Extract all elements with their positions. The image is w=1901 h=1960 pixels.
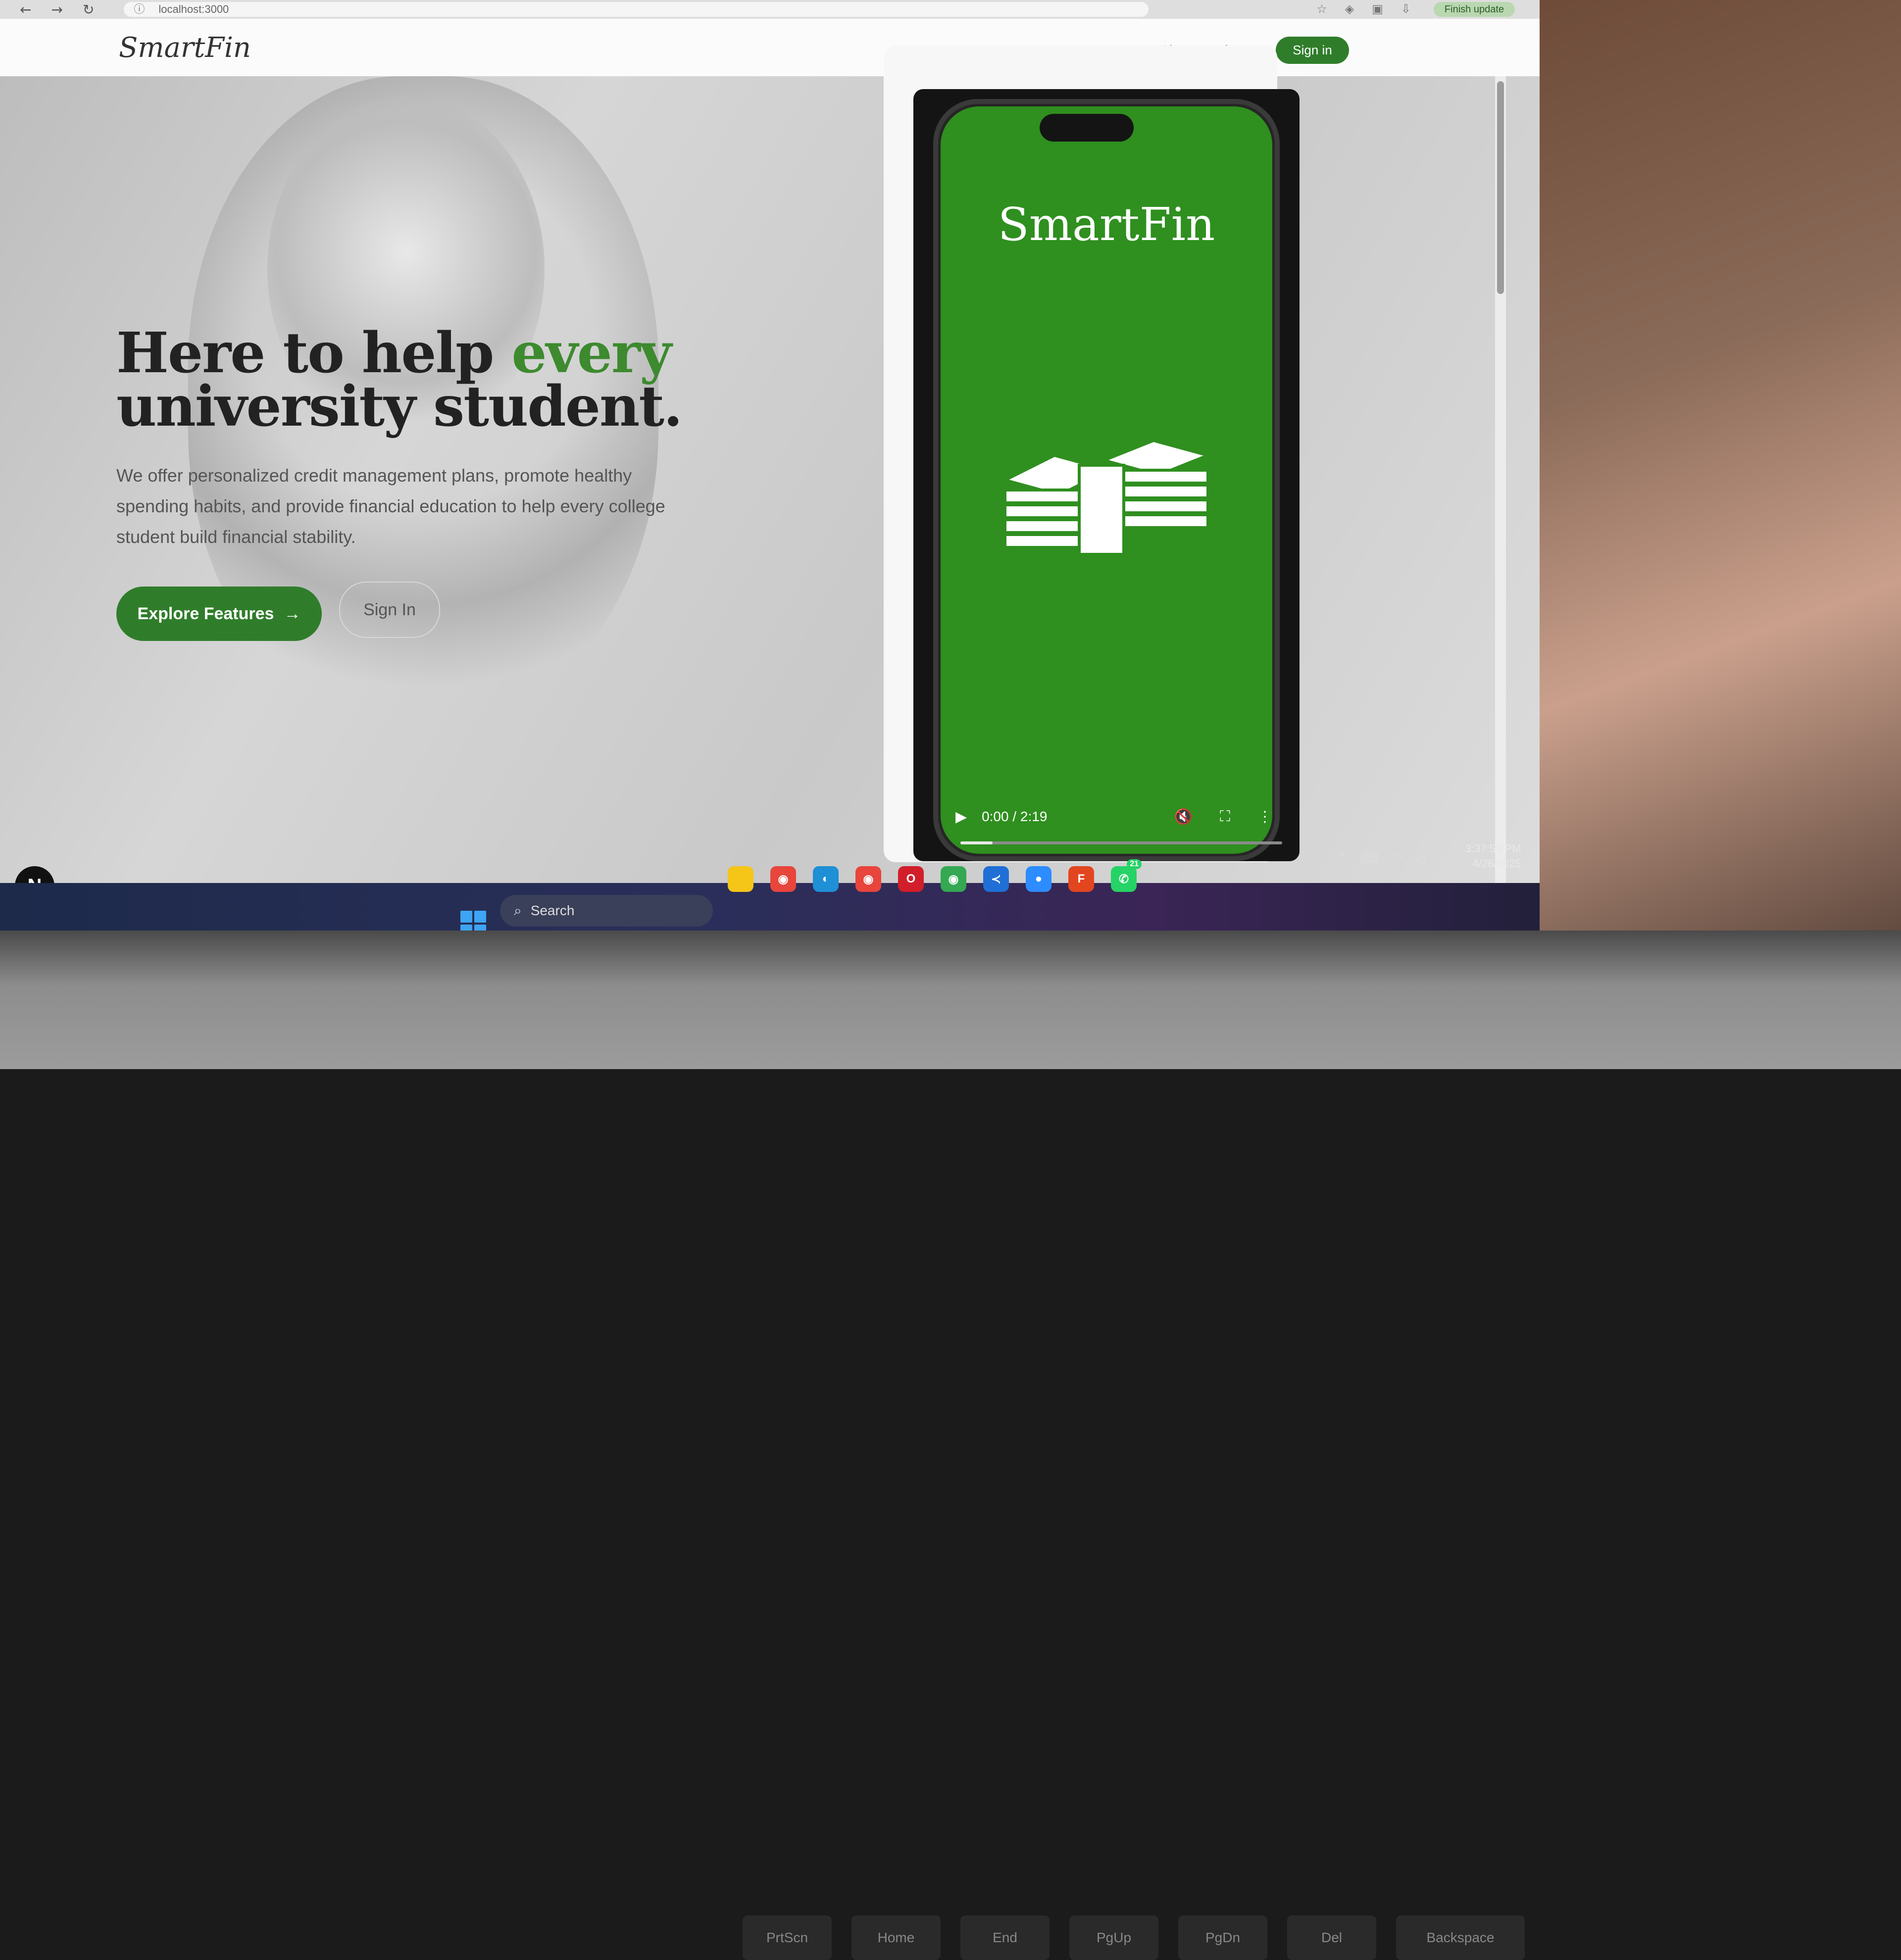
key-prtscn: PrtScn	[743, 1915, 832, 1960]
fullscreen-icon[interactable]: ⛶	[1220, 808, 1230, 826]
chrome-profile-icon[interactable]: ◉	[855, 866, 881, 892]
volume-icon[interactable]: ◁	[1416, 851, 1426, 866]
download-icon[interactable]: ⇩	[1401, 2, 1411, 16]
whatsapp-badge: 21	[1127, 859, 1142, 869]
tray-chevron-icon[interactable]: ⌃	[1337, 851, 1348, 866]
extension-icon[interactable]: ◈	[1345, 2, 1354, 16]
video-controls: ▶ 0:00 / 2:19 🔇 ⛶ ⋮	[955, 802, 1272, 832]
scrollbar-thumb[interactable]	[1497, 81, 1504, 294]
background-fabric	[1485, 0, 1901, 1069]
back-arrow-icon[interactable]: ←	[20, 1, 31, 18]
arrow-right-icon: →	[284, 604, 301, 623]
clock-date: 4/26/2025	[1472, 857, 1521, 870]
opera-icon[interactable]: O	[898, 866, 924, 892]
hero-description: We offer personalized credit management …	[116, 465, 665, 547]
hero-signin-button[interactable]: Sign In	[339, 582, 440, 638]
extensions-puzzle-icon[interactable]: ▣	[1372, 2, 1383, 16]
taskbar-apps: ◉ ◐ ◉ O ◉ ≺ ● F ✆ 21	[728, 859, 1142, 892]
money-stack-icon	[1001, 439, 1213, 556]
laptop-screen: ← → ↻ ⓘ localhost:3000 ☆ ◈ ▣ ⇩ Finish up…	[0, 0, 1540, 931]
explore-features-label: Explore Features	[137, 604, 274, 623]
browser-extensions: ☆ ◈ ▣ ⇩	[1316, 2, 1411, 16]
chrome-icon[interactable]: ◉	[770, 866, 796, 892]
more-options-icon[interactable]: ⋮	[1257, 808, 1272, 826]
hero-title-end: university student.	[116, 374, 683, 439]
key-end: End	[960, 1915, 1050, 1960]
windows-start-icon[interactable]	[460, 911, 486, 931]
forward-arrow-icon[interactable]: →	[51, 1, 62, 18]
reload-icon[interactable]: ↻	[83, 1, 94, 18]
clock-time: 3:37:59 PM	[1465, 842, 1521, 855]
keyboard-icon[interactable]: ⌨	[1360, 851, 1379, 866]
taskbar-search-label: Search	[530, 903, 575, 918]
key-pgup: PgUp	[1069, 1915, 1158, 1960]
site-header: SmartFin Features Shop About Sign in	[0, 19, 1540, 77]
whatsapp-icon[interactable]: ✆ 21	[1111, 859, 1142, 892]
address-text: localhost:3000	[158, 3, 229, 15]
laptop-keyboard-deck: PrtScn Home End PgUp PgDn Del Backspace	[0, 931, 1901, 1960]
phone-notch	[1040, 114, 1134, 142]
wifi-icon[interactable]: ◠	[1392, 851, 1403, 866]
search-icon: ⌕	[514, 902, 522, 918]
play-icon[interactable]: ▶	[955, 808, 967, 826]
edge-icon[interactable]: ◐	[813, 866, 839, 892]
browser-toolbar: ← → ↻ ⓘ localhost:3000 ☆ ◈ ▣ ⇩ Finish up…	[0, 0, 1540, 19]
file-explorer-icon[interactable]	[728, 866, 753, 892]
key-del: Del	[1287, 1915, 1376, 1960]
taskbar-search[interactable]: ⌕ Search	[500, 895, 713, 927]
hero-title: Here to help every university student.	[116, 326, 809, 435]
mute-icon[interactable]: 🔇	[1174, 808, 1193, 826]
keyboard-row: PrtScn Home End PgUp PgDn Del Backspace	[743, 1915, 1525, 1960]
video-time: 0:00 / 2:19	[982, 809, 1048, 824]
site-info-icon[interactable]: ⓘ	[134, 2, 145, 17]
vscode-icon[interactable]: ≺	[983, 866, 1009, 892]
page-scrollbar[interactable]	[1495, 76, 1506, 883]
browser-nav-buttons: ← → ↻	[20, 1, 94, 18]
video-progress-bar[interactable]	[960, 841, 1282, 844]
video-progress-fill	[960, 841, 993, 844]
key-backspace: Backspace	[1396, 1915, 1525, 1960]
video-control-group: 🔇 ⛶ ⋮	[1174, 808, 1272, 826]
address-bar[interactable]: ⓘ localhost:3000	[124, 2, 1149, 17]
taskbar-clock[interactable]: 3:37:59 PM 4/26/2025	[1465, 841, 1521, 871]
zoom-icon[interactable]: ●	[1026, 866, 1051, 892]
system-tray: ⌃ ⌨ ◠ ◁ ▭	[1337, 851, 1451, 866]
phone-brand-title: SmartFin	[998, 198, 1215, 251]
bookmark-star-icon[interactable]: ☆	[1316, 2, 1327, 16]
chrome-active-icon[interactable]: ◉	[941, 866, 966, 892]
key-pgdn: PgDn	[1178, 1915, 1267, 1960]
nav-signin-button[interactable]: Sign in	[1276, 37, 1349, 64]
site-logo[interactable]: SmartFin	[119, 32, 251, 64]
explore-features-button[interactable]: Explore Features →	[116, 587, 322, 641]
key-home: Home	[851, 1915, 941, 1960]
battery-icon[interactable]: ▭	[1439, 851, 1451, 866]
finish-update-button[interactable]: Finish update	[1433, 2, 1515, 17]
fl-studio-icon[interactable]: F	[1068, 866, 1094, 892]
